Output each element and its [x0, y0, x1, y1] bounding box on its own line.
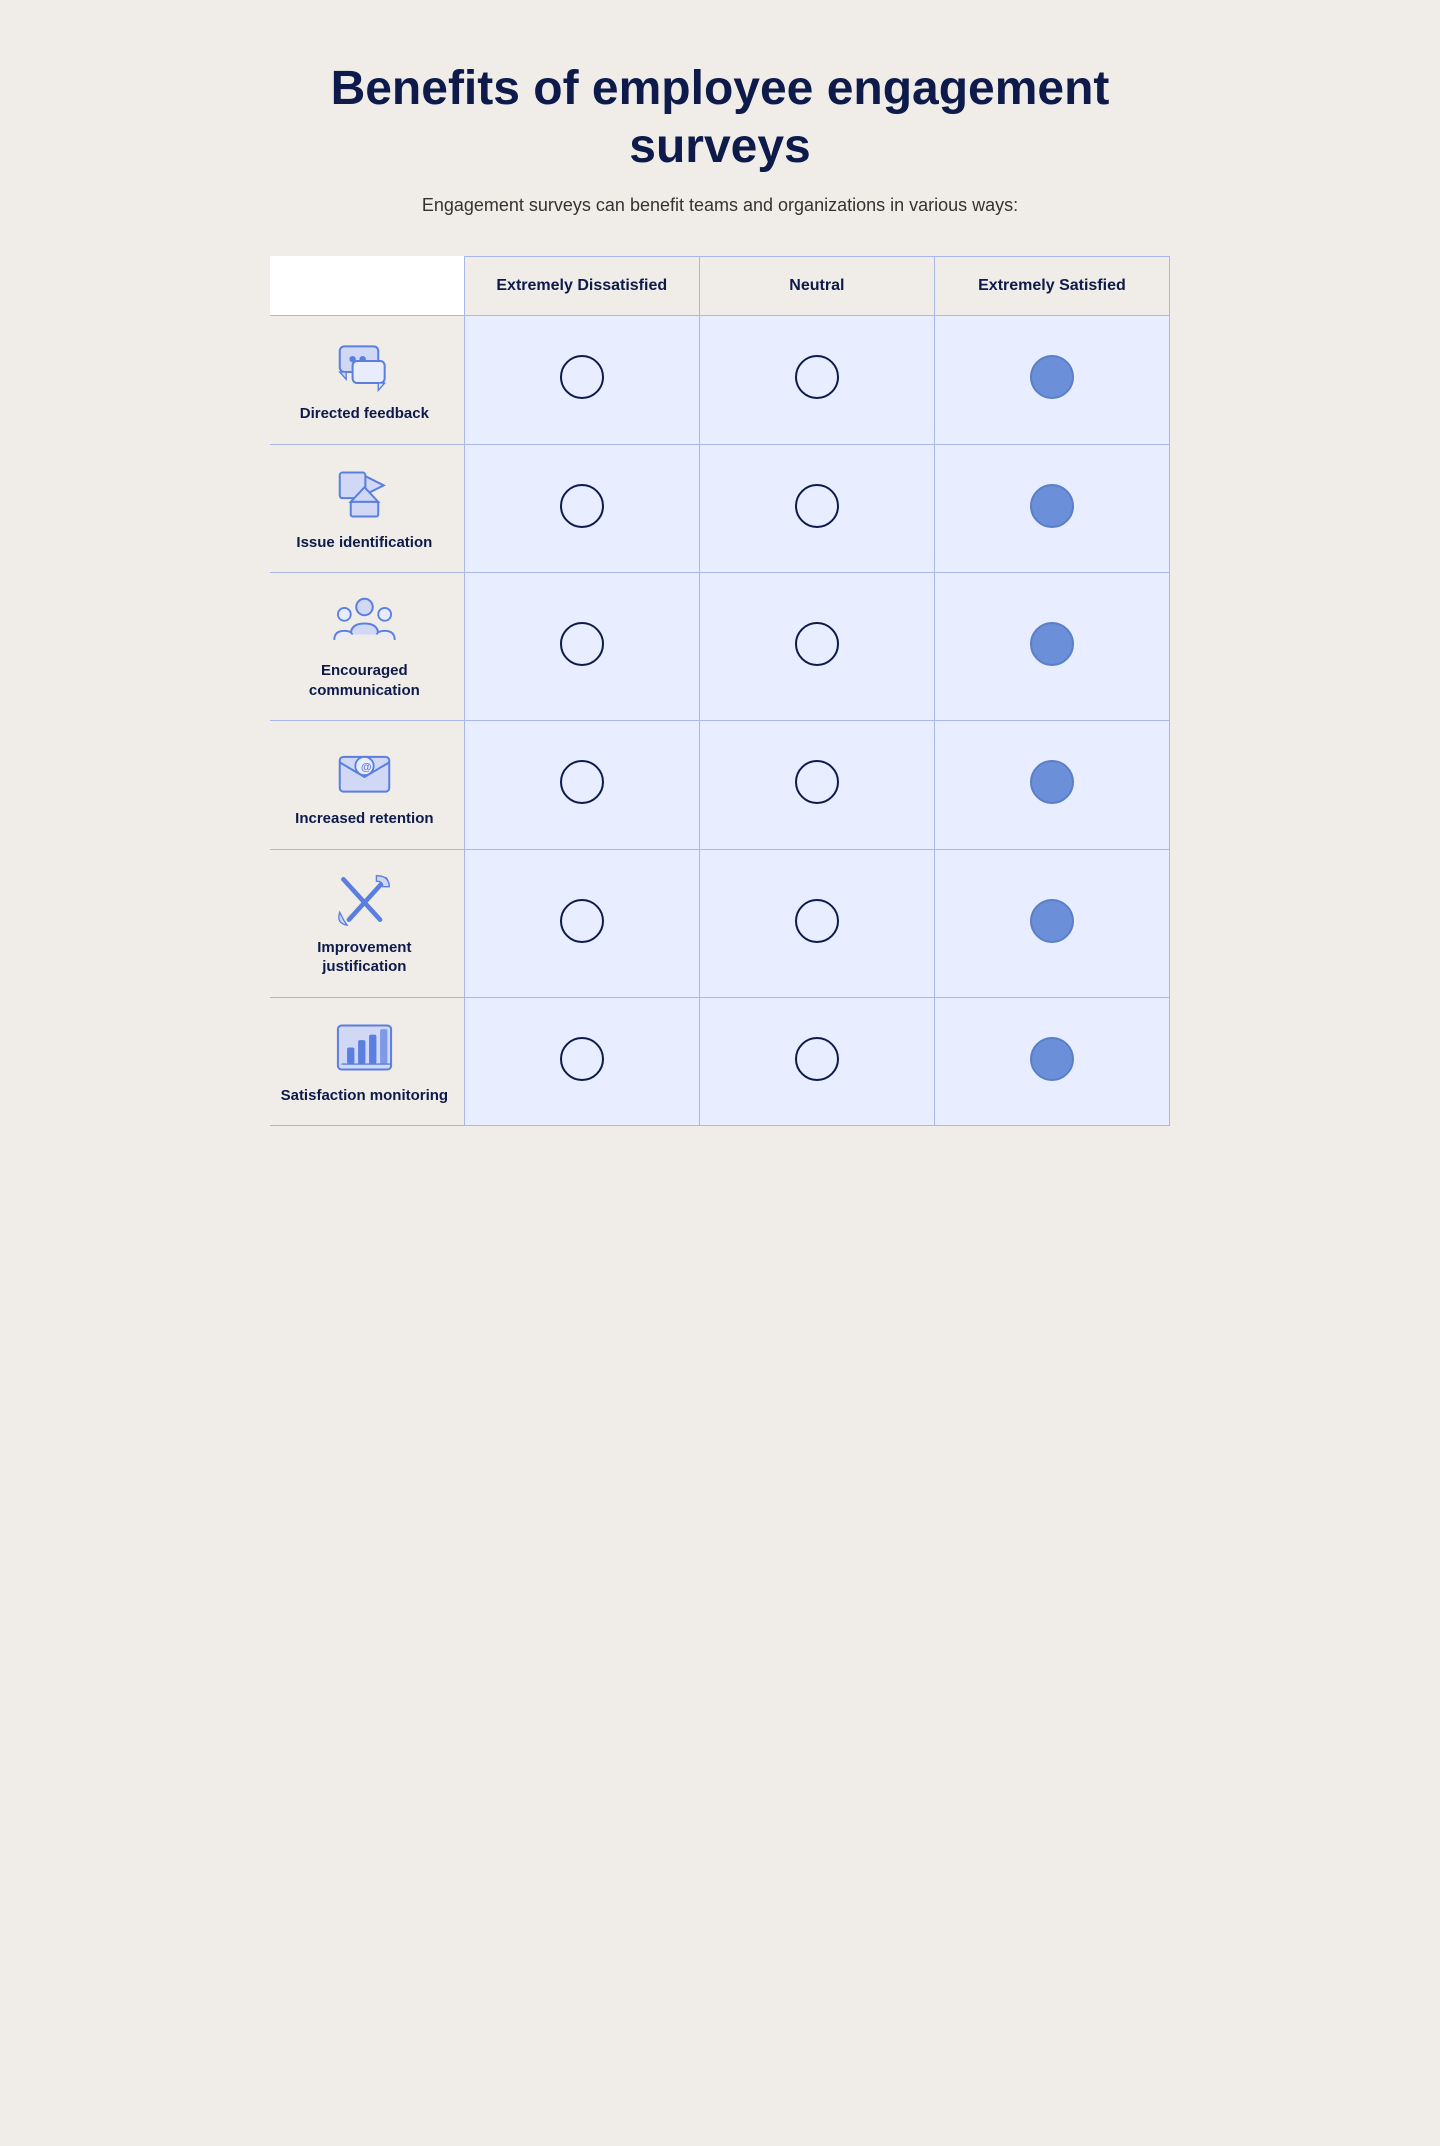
row-label-directed-feedback: Directed feedback [270, 316, 464, 445]
cell-increased-retention-col-neutral[interactable] [699, 721, 934, 850]
row-label-text: Improvement justification [280, 938, 449, 977]
cell-directed-feedback-col-satisfied[interactable] [934, 316, 1169, 445]
row-label-container: Encouraged communication [280, 593, 449, 700]
cell-encouraged-communication-col-dissatisfied[interactable] [464, 573, 699, 721]
page-container: Benefits of employee engagement surveys … [270, 40, 1170, 1126]
row-label-text: Increased retention [295, 809, 433, 829]
radio-filled[interactable] [1030, 899, 1074, 943]
row-label-encouraged-communication: Encouraged communication [270, 573, 464, 721]
radio-filled[interactable] [1030, 760, 1074, 804]
cell-encouraged-communication-col-neutral[interactable] [699, 573, 934, 721]
table-row-issue-identification: Issue identification [270, 444, 1170, 573]
cell-directed-feedback-col-dissatisfied[interactable] [464, 316, 699, 445]
table-row-encouraged-communication: Encouraged communication [270, 573, 1170, 721]
radio-filled[interactable] [1030, 355, 1074, 399]
survey-table: Extremely Dissatisfied Neutral Extremely… [270, 256, 1170, 1126]
flag-shapes-icon [329, 465, 399, 525]
row-label-increased-retention: @ Increased retention [270, 721, 464, 850]
cell-increased-retention-col-dissatisfied[interactable] [464, 721, 699, 850]
cell-encouraged-communication-col-satisfied[interactable] [934, 573, 1169, 721]
radio-empty[interactable] [560, 1037, 604, 1081]
bar-chart-icon [329, 1018, 399, 1078]
radio-empty[interactable] [560, 622, 604, 666]
radio-empty[interactable] [560, 355, 604, 399]
table-row-satisfaction-monitoring: Satisfaction monitoring [270, 997, 1170, 1126]
radio-empty[interactable] [795, 1037, 839, 1081]
page-subtitle: Engagement surveys can benefit teams and… [270, 195, 1170, 216]
cell-improvement-justification-col-satisfied[interactable] [934, 849, 1169, 997]
header-col2: Neutral [699, 257, 934, 316]
row-label-satisfaction-monitoring: Satisfaction monitoring [270, 997, 464, 1126]
row-label-improvement-justification: Improvement justification [270, 849, 464, 997]
chat-bubbles-icon [329, 336, 399, 396]
row-label-container: Satisfaction monitoring [280, 1018, 449, 1106]
cell-improvement-justification-col-neutral[interactable] [699, 849, 934, 997]
row-label-issue-identification: Issue identification [270, 444, 464, 573]
cell-increased-retention-col-satisfied[interactable] [934, 721, 1169, 850]
radio-empty[interactable] [795, 760, 839, 804]
table-row-directed-feedback: Directed feedback [270, 316, 1170, 445]
row-label-text: Issue identification [296, 533, 432, 553]
table-row-increased-retention: @ Increased retention [270, 721, 1170, 850]
radio-empty[interactable] [560, 484, 604, 528]
tools-wrench-icon [329, 870, 399, 930]
radio-filled[interactable] [1030, 622, 1074, 666]
row-label-text: Encouraged communication [280, 661, 449, 700]
cell-satisfaction-monitoring-col-satisfied[interactable] [934, 997, 1169, 1126]
radio-filled[interactable] [1030, 484, 1074, 528]
people-group-icon [329, 593, 399, 653]
header-col1: Extremely Dissatisfied [464, 257, 699, 316]
email-envelope-icon: @ [329, 741, 399, 801]
cell-issue-identification-col-neutral[interactable] [699, 444, 934, 573]
cell-directed-feedback-col-neutral[interactable] [699, 316, 934, 445]
header-row-label [270, 257, 464, 316]
radio-empty[interactable] [560, 899, 604, 943]
page-title: Benefits of employee engagement surveys [270, 60, 1170, 175]
row-label-text: Directed feedback [300, 404, 429, 424]
header-col3: Extremely Satisfied [934, 257, 1169, 316]
row-label-container: Improvement justification [280, 870, 449, 977]
radio-empty[interactable] [795, 899, 839, 943]
radio-empty[interactable] [560, 760, 604, 804]
cell-satisfaction-monitoring-col-neutral[interactable] [699, 997, 934, 1126]
row-label-container: Issue identification [280, 465, 449, 553]
svg-text:@: @ [361, 761, 372, 773]
radio-filled[interactable] [1030, 1037, 1074, 1081]
radio-empty[interactable] [795, 484, 839, 528]
cell-satisfaction-monitoring-col-dissatisfied[interactable] [464, 997, 699, 1126]
row-label-container: Directed feedback [280, 336, 449, 424]
row-label-container: @ Increased retention [280, 741, 449, 829]
row-label-text: Satisfaction monitoring [281, 1086, 449, 1106]
cell-issue-identification-col-satisfied[interactable] [934, 444, 1169, 573]
cell-improvement-justification-col-dissatisfied[interactable] [464, 849, 699, 997]
cell-issue-identification-col-dissatisfied[interactable] [464, 444, 699, 573]
radio-empty[interactable] [795, 622, 839, 666]
table-row-improvement-justification: Improvement justification [270, 849, 1170, 997]
radio-empty[interactable] [795, 355, 839, 399]
